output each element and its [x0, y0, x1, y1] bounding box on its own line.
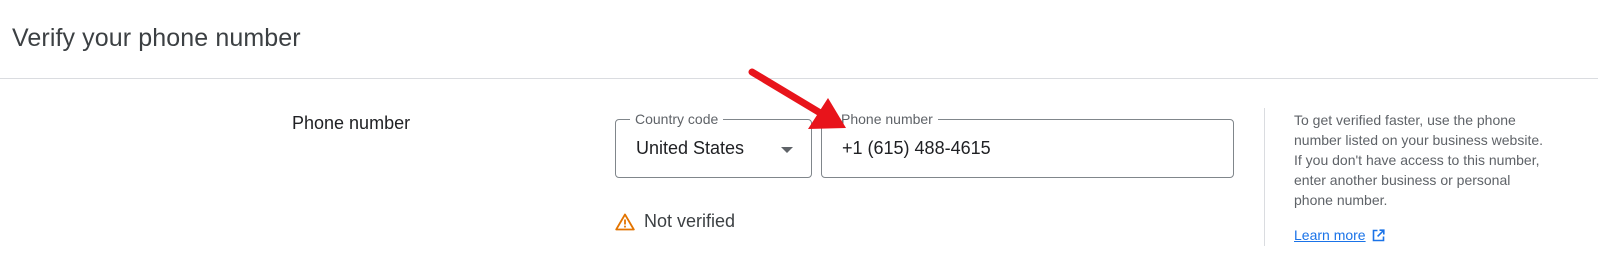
learn-more-link[interactable]: Learn more — [1294, 227, 1385, 243]
country-code-select[interactable]: Country code United States — [615, 110, 812, 178]
helper-panel: To get verified faster, use the phone nu… — [1264, 108, 1565, 246]
country-code-value: United States — [636, 138, 745, 158]
header-divider — [0, 78, 1598, 79]
phone-section-label: Phone number — [292, 113, 411, 133]
warning-icon — [615, 213, 635, 230]
phone-number-value: +1 (615) 488-4615 — [842, 138, 991, 158]
phone-number-label: Phone number — [836, 110, 938, 128]
status-text: Not verified — [644, 211, 736, 231]
page-title: Verify your phone number — [12, 24, 301, 52]
dropdown-caret-icon — [781, 147, 793, 153]
external-link-icon — [1372, 228, 1385, 241]
helper-text: To get verified faster, use the phone nu… — [1294, 112, 1544, 208]
verification-status: Not verified — [615, 211, 735, 232]
verify-phone-page: Verify your phone number Phone number Co… — [0, 0, 1598, 270]
learn-more-label: Learn more — [1294, 227, 1366, 243]
phone-number-input[interactable]: Phone number +1 (615) 488-4615 — [821, 110, 1234, 178]
country-code-label: Country code — [630, 110, 724, 128]
